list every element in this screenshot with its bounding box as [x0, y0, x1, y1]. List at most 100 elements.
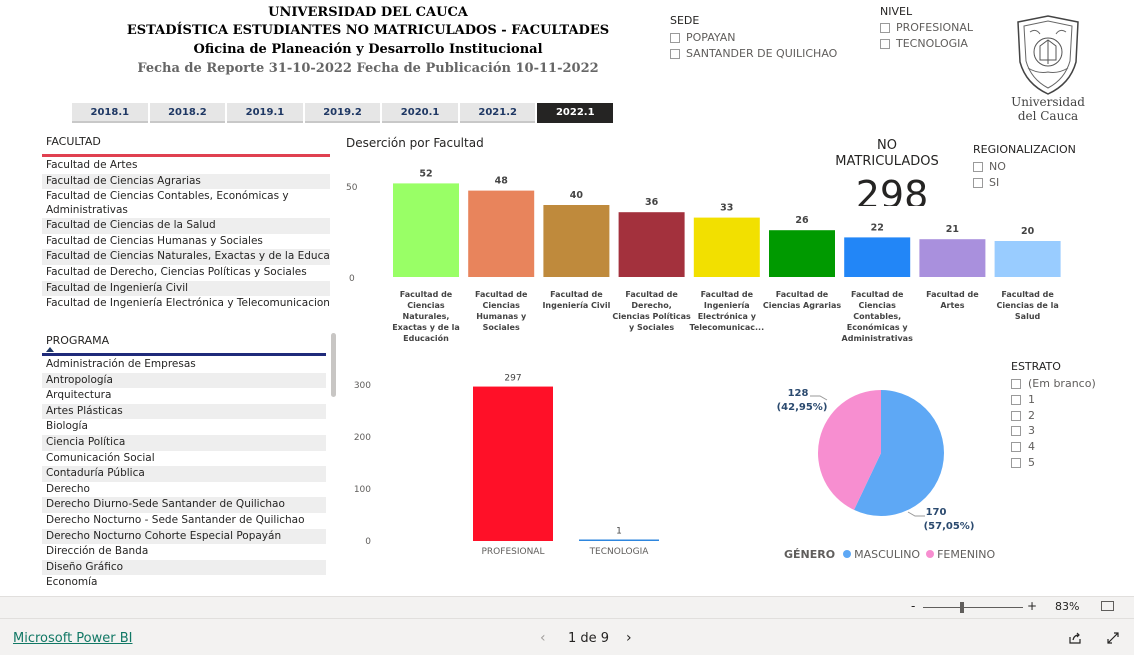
- programa-item[interactable]: Ciencia Política: [42, 434, 326, 451]
- sort-ascending-icon[interactable]: [46, 347, 54, 352]
- checkbox-icon[interactable]: [1011, 410, 1021, 421]
- zoom-in-button[interactable]: +: [1027, 599, 1037, 613]
- checkbox-icon[interactable]: [1011, 458, 1021, 468]
- nivel-bar[interactable]: [579, 539, 659, 542]
- zoom-out-button[interactable]: -: [911, 599, 915, 613]
- sede-option-popayan[interactable]: POPAYAN: [670, 31, 736, 44]
- checkbox-icon[interactable]: [973, 162, 983, 172]
- checkbox-icon[interactable]: [1011, 394, 1021, 405]
- checkbox-icon[interactable]: [880, 39, 890, 49]
- period-tab-2019.2[interactable]: 2019.2: [304, 103, 381, 123]
- period-tab-2020.1[interactable]: 2020.1: [382, 103, 458, 123]
- regionalizacion-option-si[interactable]: SI: [973, 176, 999, 189]
- estrato-option[interactable]: (Em branco): [1011, 377, 1096, 390]
- facultad-item[interactable]: Facultad de Ingeniería Electrónica y Tel…: [42, 296, 330, 312]
- pie-data-percent: (57,05%): [924, 521, 975, 532]
- period-tab-2019.1[interactable]: 2019.1: [227, 103, 303, 123]
- legend-masculino[interactable]: MASCULINO: [854, 548, 920, 561]
- pie-data-label: 128: [788, 388, 809, 399]
- programa-item[interactable]: Diseño Gráfico: [42, 559, 326, 576]
- zoom-level: 83%: [1055, 600, 1080, 613]
- programa-item[interactable]: Contaduría Pública: [42, 466, 326, 482]
- facultad-item[interactable]: Facultad de Ciencias Naturales, Exactas …: [42, 249, 330, 265]
- facultad-item[interactable]: Facultad de Artes: [42, 158, 330, 174]
- bar-data-label: 33: [720, 203, 733, 214]
- estrato-option[interactable]: 4: [1011, 440, 1035, 453]
- period-tab-2021.2[interactable]: 2021.2: [459, 103, 536, 123]
- facultad-item[interactable]: Facultad de Ciencias de la Salud: [42, 218, 330, 234]
- sede-option-santander[interactable]: SANTANDER DE QUILICHAO: [670, 47, 837, 60]
- facultad-bar[interactable]: [693, 217, 760, 277]
- category-label: Ingeniería: [704, 301, 750, 310]
- pie-data-percent: (42,95%): [777, 402, 828, 413]
- checkbox-icon[interactable]: [1011, 379, 1021, 389]
- checkbox-icon[interactable]: [973, 178, 983, 188]
- period-tab-2018.2[interactable]: 2018.2: [149, 103, 226, 123]
- university-logo-text: Universidad del Cauca: [1011, 95, 1085, 123]
- estrato-option[interactable]: 3: [1011, 424, 1035, 437]
- programa-item[interactable]: Derecho Nocturno - Sede Santander de Qui…: [42, 513, 326, 529]
- facultad-bar[interactable]: [919, 239, 986, 277]
- programa-item[interactable]: Artes Plásticas: [42, 403, 326, 420]
- programa-item[interactable]: Antropología: [42, 372, 326, 389]
- legend-femenino[interactable]: FEMENINO: [937, 548, 995, 561]
- category-label: Facultad de: [475, 290, 528, 299]
- powerbi-link[interactable]: Microsoft Power BI: [13, 631, 132, 646]
- zoom-slider-thumb[interactable]: [960, 602, 964, 613]
- facultad-item[interactable]: Facultad de Ingeniería Civil: [42, 280, 330, 297]
- nivel-option-tecnologia[interactable]: TECNOLOGIA: [880, 37, 968, 50]
- programa-item[interactable]: Biología: [42, 419, 326, 435]
- programa-item[interactable]: Comunicación Social: [42, 451, 326, 467]
- programa-item[interactable]: Derecho Nocturno Cohorte Especial Popayá…: [42, 528, 326, 545]
- zoom-slider-track[interactable]: [923, 607, 1023, 608]
- checkbox-icon[interactable]: [1011, 426, 1021, 437]
- regionalizacion-option-no[interactable]: NO: [973, 160, 1006, 173]
- facultad-item[interactable]: Facultad de Ciencias Humanas y Sociales: [42, 234, 330, 250]
- facultad-bar[interactable]: [769, 230, 835, 277]
- programa-item[interactable]: Dirección de Banda: [42, 544, 326, 560]
- facultad-bar[interactable]: [618, 212, 685, 277]
- estrato-option[interactable]: 1: [1011, 393, 1035, 406]
- category-label: Electrónica y: [698, 311, 757, 321]
- category-label: TECNOLOGIA: [589, 547, 650, 557]
- category-label: Facultad de: [851, 290, 904, 299]
- category-label: Ciencias Políticas: [612, 312, 691, 321]
- programa-item[interactable]: Arquitectura: [42, 388, 326, 404]
- category-label: Facultad de: [1001, 290, 1054, 299]
- facultad-item[interactable]: Facultad de Ciencias Contables, Económic…: [42, 189, 330, 218]
- y-tick-label: 100: [354, 485, 371, 495]
- university-seal-logo: [1010, 12, 1086, 98]
- share-icon[interactable]: [1068, 630, 1082, 644]
- estrato-option[interactable]: 5: [1011, 456, 1035, 469]
- checkbox-icon[interactable]: [1011, 442, 1021, 453]
- category-label: Contables,: [853, 312, 901, 321]
- period-tab-2018.1[interactable]: 2018.1: [72, 103, 148, 123]
- facultad-item[interactable]: Facultad de Ciencias Agrarias: [42, 173, 330, 190]
- facultad-bar[interactable]: [844, 237, 911, 277]
- fullscreen-icon[interactable]: [1106, 630, 1120, 644]
- category-label: Ciencias Agrarias: [763, 301, 842, 310]
- programa-item[interactable]: Derecho: [42, 482, 326, 498]
- nivel-bar[interactable]: [473, 386, 553, 541]
- programa-item[interactable]: Derecho Diurno-Sede Santander de Quilich…: [42, 497, 326, 513]
- previous-page-icon[interactable]: ‹: [540, 630, 546, 646]
- programa-item[interactable]: Economía: [42, 575, 326, 591]
- facultad-bar[interactable]: [543, 205, 610, 277]
- fit-to-page-icon[interactable]: [1101, 601, 1114, 611]
- category-label: Telecomunicac...: [689, 323, 764, 332]
- facultad-bar[interactable]: [393, 183, 459, 277]
- category-label: Humanas y: [476, 312, 527, 321]
- facultad-bar[interactable]: [994, 241, 1061, 277]
- checkbox-icon[interactable]: [670, 33, 680, 43]
- checkbox-icon[interactable]: [880, 23, 890, 33]
- checkbox-icon[interactable]: [670, 49, 680, 59]
- facultad-item[interactable]: Facultad de Derecho, Ciencias Políticas …: [42, 265, 330, 281]
- facultad-bar[interactable]: [468, 190, 535, 277]
- period-tab-2022.1[interactable]: 2022.1: [537, 103, 614, 123]
- programa-item[interactable]: Administración de Empresas: [42, 357, 326, 373]
- next-page-icon[interactable]: ›: [626, 630, 632, 646]
- programa-scrollbar[interactable]: [331, 333, 336, 397]
- estrato-option[interactable]: 2: [1011, 409, 1035, 422]
- category-label: Salud: [1015, 312, 1041, 321]
- nivel-option-profesional[interactable]: PROFESIONAL: [880, 21, 973, 34]
